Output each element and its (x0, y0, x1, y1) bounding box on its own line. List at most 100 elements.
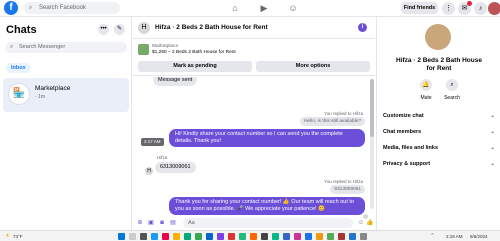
mark-as-pending-button[interactable]: Mark as pending (138, 61, 252, 72)
thread-scrollbar[interactable] (370, 79, 374, 209)
sticker-icon[interactable]: ◙ (158, 219, 166, 227)
more-options-icon[interactable]: ••• (98, 24, 109, 35)
marketplace-listing-banner: Marketplace $1,250 – 2 Beds 2 Bath House… (133, 40, 375, 76)
message-bubble-incoming: 6313009061 (155, 162, 196, 173)
timestamp-tooltip: 2:17 AM (141, 138, 164, 146)
message-bubble-outgoing: Thank you for sharing your contact numbe… (169, 197, 365, 215)
add-icon[interactable]: ⊕ (136, 219, 144, 227)
home-icon[interactable]: ⌂ (229, 3, 241, 14)
conversation-item-marketplace[interactable]: 🏪 Marketplace · 1m (3, 78, 129, 112)
new-message-icon[interactable]: ✎ (114, 24, 125, 35)
marketplace-store-icon: 🏪 (8, 83, 30, 105)
chat-title[interactable]: Hifza · 2 Beds 2 Bath House for Rent (155, 24, 268, 31)
contact-avatar[interactable] (425, 24, 451, 50)
section-media-files-links[interactable]: Media, files and links ⌄ (383, 145, 495, 151)
section-label: Privacy & support (383, 161, 431, 167)
app-icon[interactable] (228, 233, 235, 240)
quoted-message: Hello, is this still available? (299, 117, 365, 126)
facebook-logo[interactable]: f (4, 1, 18, 15)
app-icon[interactable] (250, 233, 257, 240)
message-thread[interactable]: Message sent You replied to Hifza Hello,… (133, 77, 375, 220)
quoted-message: 6313009061 (330, 185, 365, 194)
chat-header: H Hifza · 2 Beds 2 Bath House for Rent i (133, 17, 375, 39)
app-icon[interactable] (261, 233, 268, 240)
chrome-icon[interactable] (195, 233, 202, 240)
chats-title: Chats (6, 24, 37, 36)
chat-avatar[interactable]: H (138, 22, 150, 34)
start-icon[interactable] (118, 233, 125, 240)
bell-icon[interactable]: ♪ (474, 2, 487, 15)
app-icon[interactable] (272, 233, 279, 240)
menu-grid-icon[interactable]: ⋮ (442, 2, 455, 15)
app-icon[interactable] (305, 233, 312, 240)
messenger-search-input[interactable]: ⌕ Search Messenger (5, 42, 127, 53)
search-label: Search (444, 95, 460, 101)
conversation-title: Marketplace (35, 85, 71, 92)
chevron-down-icon: ⌄ (490, 145, 495, 151)
section-label: Chat members (383, 129, 422, 135)
search-icon[interactable]: ⌕ (446, 79, 458, 91)
mute-label: Mute (420, 95, 432, 101)
windows-taskbar: ☀ 73°F ⌃ 2:18 AM 8/6/2024 (0, 230, 500, 241)
conversation-subtitle: · 1m (35, 94, 45, 100)
scrollbar-thumb[interactable] (370, 79, 374, 137)
chat-panel: H Hifza · 2 Beds 2 Bath House for Rent i… (133, 17, 375, 230)
listing-thumbnail[interactable] (138, 44, 149, 55)
section-chat-members[interactable]: Chat members ⌄ (383, 129, 495, 135)
contact-name: Hifza · 2 Beds 2 Bath House for Rent (396, 57, 482, 72)
image-icon[interactable]: ▣ (147, 219, 155, 227)
app-icon[interactable] (360, 233, 367, 240)
messenger-search-placeholder: Search Messenger (19, 44, 66, 50)
facebook-search-input[interactable]: ⌕ Search Facebook (24, 2, 120, 14)
listing-label: Marketplace (152, 44, 179, 49)
weather-temp[interactable]: 73°F (13, 233, 23, 240)
file-explorer-icon[interactable] (173, 233, 180, 240)
find-friends-button[interactable]: Find friends (401, 2, 438, 14)
app-icon[interactable] (239, 233, 246, 240)
app-icon[interactable] (294, 233, 301, 240)
app-icon[interactable] (151, 233, 158, 240)
chats-sidebar: Chats ••• ✎ ⌕ Search Messenger Inbox 🏪 M… (0, 17, 132, 230)
section-privacy-support[interactable]: Privacy & support ⌄ (383, 161, 495, 167)
more-options-button[interactable]: More options (256, 61, 370, 72)
tab-inbox[interactable]: Inbox (6, 63, 31, 73)
weather-icon[interactable]: ☀ (4, 233, 11, 240)
search-icon: ⌕ (10, 44, 14, 50)
search-icon: ⌕ (29, 5, 33, 11)
listing-detail[interactable]: $1,250 – 2 Beds 2 Bath House for Rent (152, 50, 236, 55)
clock-time[interactable]: 2:18 AM (446, 233, 463, 240)
clock-date[interactable]: 8/6/2024 (470, 233, 488, 240)
app-icon[interactable] (217, 233, 224, 240)
groups-icon[interactable]: ☺ (287, 3, 299, 14)
app-icon[interactable] (338, 233, 345, 240)
search-icon[interactable] (129, 233, 136, 240)
app-icon[interactable] (327, 233, 334, 240)
app-icon[interactable] (184, 233, 191, 240)
section-customize-chat[interactable]: Customize chat ⌄ (383, 113, 495, 119)
conversation-details-panel: Hifza · 2 Beds 2 Bath House for Rent 🔔 ⌕… (376, 17, 500, 230)
like-icon[interactable]: 👍 (366, 219, 374, 227)
sender-name: Hifza (157, 155, 168, 160)
section-label: Customize chat (383, 113, 424, 119)
tray-icons[interactable]: ⌃ (429, 233, 436, 240)
app-icon[interactable] (316, 233, 323, 240)
task-view-icon[interactable] (140, 233, 147, 240)
message-composer: ⊕ ▣ ◙ ▤ Aa ☺ 👍 (133, 216, 375, 230)
chevron-down-icon: ⌄ (490, 113, 495, 119)
app-icon[interactable] (283, 233, 290, 240)
app-icon[interactable] (349, 233, 356, 240)
video-icon[interactable]: ▶ (258, 3, 270, 14)
emoji-icon[interactable]: ☺ (357, 219, 365, 227)
top-bar: f ⌕ Search Facebook ⌂ ▶ ☺ Find friends ⋮… (0, 0, 500, 17)
app-icon[interactable] (162, 233, 169, 240)
gif-icon[interactable]: ▤ (169, 219, 177, 227)
edge-icon[interactable] (206, 233, 213, 240)
chevron-down-icon: ⌄ (490, 161, 495, 167)
mute-bell-icon[interactable]: 🔔 (420, 79, 432, 91)
message-bubble-incoming: Message sent (153, 77, 198, 86)
message-bubble-outgoing: Hi! Kindly share your contact number so … (169, 129, 365, 147)
profile-avatar[interactable] (488, 2, 500, 15)
section-label: Media, files and links (383, 145, 439, 151)
info-icon[interactable]: i (358, 23, 367, 32)
message-input[interactable]: Aa (183, 218, 353, 228)
